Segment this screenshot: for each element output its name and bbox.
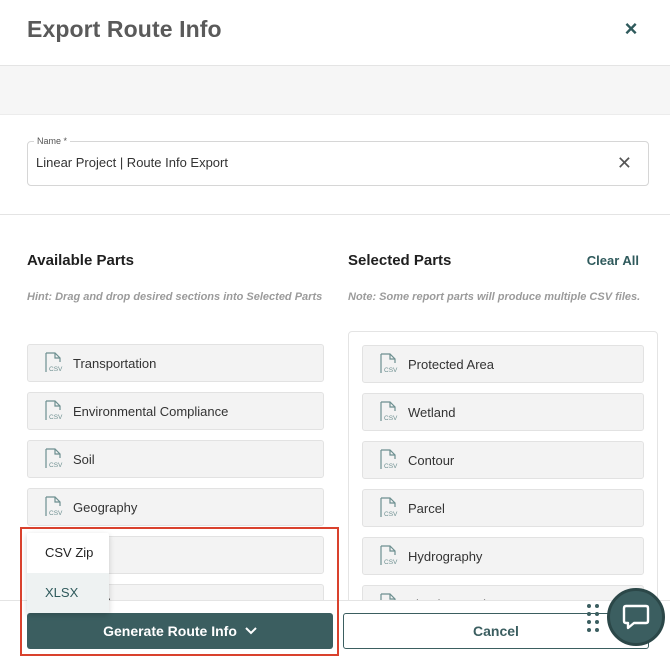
- csv-file-icon: CSV: [380, 449, 398, 470]
- svg-text:CSV: CSV: [49, 366, 63, 373]
- svg-text:CSV: CSV: [49, 414, 63, 421]
- selected-part-item[interactable]: CSV Parcel: [362, 489, 644, 527]
- available-part-item-label: Soil: [73, 451, 95, 467]
- close-icon[interactable]: ×: [620, 18, 642, 40]
- svg-text:CSV: CSV: [384, 415, 398, 422]
- svg-text:CSV: CSV: [49, 510, 63, 517]
- selected-note: Note: Some report parts will produce mul…: [348, 291, 641, 303]
- selected-part-item-label: Protected Area: [408, 356, 494, 372]
- selected-parts-title: Selected Parts: [348, 252, 452, 269]
- csv-file-icon: CSV: [45, 496, 63, 517]
- modal-title: Export Route Info: [27, 16, 222, 42]
- drag-handle-icon[interactable]: [586, 603, 600, 633]
- selected-part-item[interactable]: CSV Wetland: [362, 393, 644, 431]
- available-hint: Hint: Drag and drop desired sections int…: [27, 291, 323, 303]
- svg-text:CSV: CSV: [384, 511, 398, 518]
- generate-label: Generate Route Info: [103, 623, 237, 639]
- chat-bubble-icon: [622, 604, 650, 630]
- csv-file-icon: CSV: [380, 353, 398, 374]
- csv-file-icon: CSV: [45, 448, 63, 469]
- chevron-down-icon: [245, 627, 257, 635]
- cancel-label: Cancel: [473, 623, 519, 639]
- menu-item-csv-zip[interactable]: CSV Zip: [27, 533, 109, 573]
- available-part-item-label: Geography: [73, 499, 138, 515]
- svg-text:CSV: CSV: [384, 367, 398, 374]
- modal-header: Export Route Info ×: [0, 0, 670, 66]
- selected-part-item-label: Wetland: [408, 404, 456, 420]
- svg-text:CSV: CSV: [384, 463, 398, 470]
- svg-text:CSV: CSV: [49, 462, 63, 469]
- toolbar-band: [0, 66, 670, 115]
- available-part-item-label: Transportation: [73, 355, 157, 371]
- menu-item-xlsx[interactable]: XLSX: [27, 573, 109, 613]
- name-field-label: Name *: [34, 136, 71, 146]
- csv-file-icon: CSV: [380, 545, 398, 566]
- selected-part-item-label: Parcel: [408, 500, 445, 516]
- selected-part-item-label: Contour: [408, 452, 455, 468]
- available-part-item-label: Environmental Compliance: [73, 403, 229, 419]
- export-format-menu: CSV Zip XLSX: [27, 533, 109, 613]
- available-part-item[interactable]: CSV Geography: [27, 488, 324, 526]
- csv-file-icon: CSV: [45, 400, 63, 421]
- divider: [0, 214, 670, 215]
- name-field[interactable]: ✕: [27, 141, 649, 186]
- available-part-item[interactable]: CSV Transportation: [27, 344, 324, 382]
- svg-text:CSV: CSV: [384, 559, 398, 566]
- selected-part-item[interactable]: CSV Protected Area: [362, 345, 644, 383]
- clear-all-link[interactable]: Clear All: [587, 253, 639, 268]
- chat-button[interactable]: [607, 588, 665, 646]
- selected-part-item[interactable]: CSV Contour: [362, 441, 644, 479]
- csv-file-icon: CSV: [380, 497, 398, 518]
- available-parts-title: Available Parts: [27, 252, 134, 269]
- selected-part-item-label: Hydrography: [408, 548, 483, 564]
- cancel-button[interactable]: Cancel: [343, 613, 649, 649]
- clear-name-icon[interactable]: ✕: [617, 153, 632, 173]
- available-part-item[interactable]: CSV Soil: [27, 440, 324, 478]
- csv-file-icon: CSV: [45, 352, 63, 373]
- name-input[interactable]: [36, 155, 596, 170]
- generate-route-info-button[interactable]: Generate Route Info: [27, 613, 333, 649]
- selected-part-item[interactable]: CSV Hydrography: [362, 537, 644, 575]
- csv-file-icon: CSV: [380, 401, 398, 422]
- available-part-item[interactable]: CSV Environmental Compliance: [27, 392, 324, 430]
